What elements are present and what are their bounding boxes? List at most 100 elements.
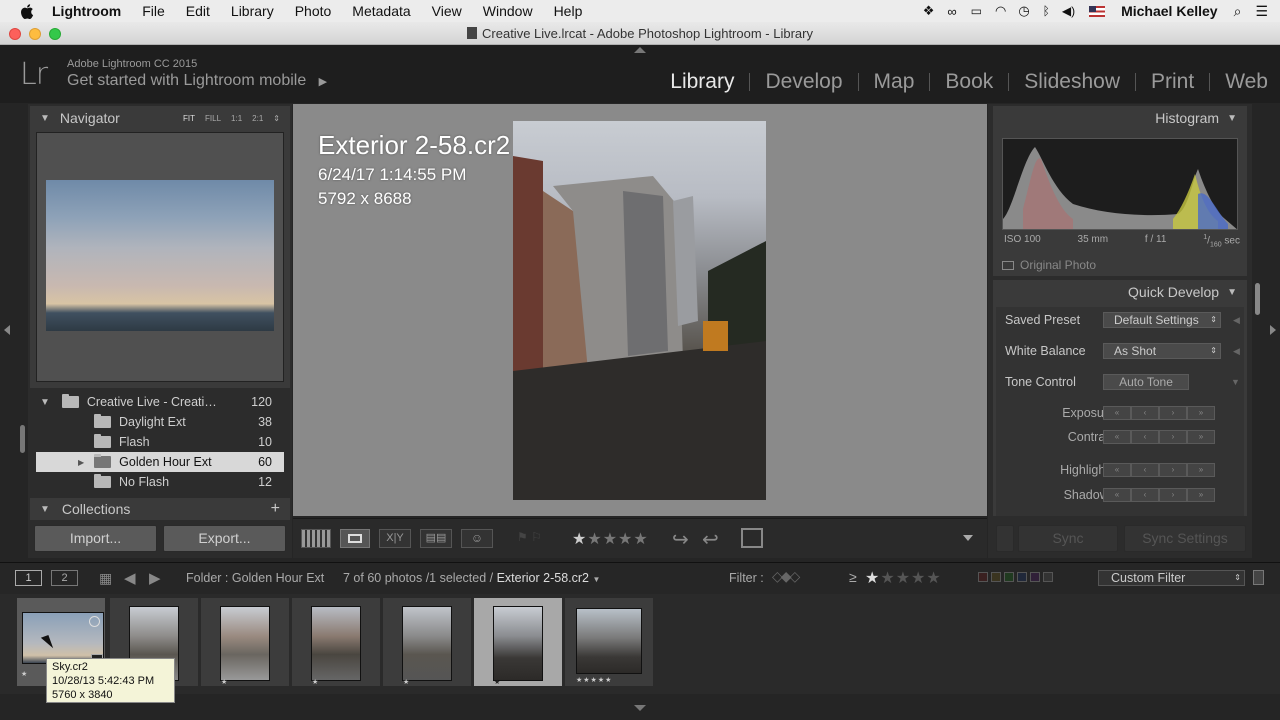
menu-metadata[interactable]: Metadata [352, 3, 410, 19]
time-machine-icon[interactable]: ◷ [1018, 3, 1029, 19]
exposure-steppers[interactable]: «‹ ›» [1103, 406, 1215, 420]
add-collection-icon[interactable]: + [271, 500, 280, 518]
zoom-fill[interactable]: FILL [205, 114, 221, 123]
rotate-left-icon[interactable]: ↪ [672, 527, 689, 552]
flag-filter-icons[interactable]: ◇◆◇ [772, 568, 800, 585]
minimize-window-button[interactable] [29, 28, 41, 40]
white-balance-dropdown[interactable]: As Shot ⇕ [1103, 343, 1221, 359]
secondary-window-button[interactable]: 2 [51, 570, 78, 586]
menu-library[interactable]: Library [231, 3, 274, 19]
menu-help[interactable]: Help [554, 3, 583, 19]
disclosure-arrow-icon[interactable]: ◀ [1233, 315, 1240, 326]
flag-pick-icon[interactable]: ⚑ ⚐ [517, 530, 542, 544]
filmstrip-thumb[interactable]: ★ [201, 598, 289, 686]
select-circle-icon[interactable] [89, 616, 100, 627]
auto-tone-button[interactable]: Auto Tone [1103, 374, 1189, 390]
module-slideshow[interactable]: Slideshow [1009, 70, 1135, 94]
filmstrip-thumb[interactable]: ★ [292, 598, 380, 686]
export-button[interactable]: Export... [163, 525, 286, 552]
left-panel-scrollbar[interactable] [20, 425, 25, 453]
dropbox-icon[interactable]: ❖ [923, 3, 935, 19]
module-map[interactable]: Map [859, 70, 930, 94]
notification-center-icon[interactable]: ☰ [1255, 3, 1268, 20]
zoom-fit[interactable]: FIT [183, 114, 195, 123]
right-panel-scrollbar[interactable] [1255, 283, 1260, 315]
navigator-header[interactable]: ▼ Navigator FIT FILL 1:1 2:1 ⇕ [30, 106, 290, 130]
left-panel-toggle-icon[interactable] [4, 325, 10, 335]
folder-root[interactable]: ▼ Creative Live - Creati… 120 [34, 392, 286, 412]
module-book[interactable]: Book [930, 70, 1008, 94]
volume-icon[interactable]: ◀) [1062, 4, 1075, 18]
filmstrip-thumb-selected[interactable]: ★ [474, 598, 562, 686]
menu-file[interactable]: File [142, 3, 165, 19]
loupe-view-icon[interactable] [340, 529, 370, 548]
source-label[interactable]: Folder : Golden Hour Ext [186, 571, 324, 585]
grid-view-icon[interactable] [301, 529, 331, 548]
module-print[interactable]: Print [1136, 70, 1209, 94]
menu-photo[interactable]: Photo [295, 3, 332, 19]
flag-icon[interactable] [1089, 5, 1106, 17]
collections-header[interactable]: ▼ Collections + [30, 498, 290, 520]
toolbar-options-chevron-icon[interactable] [963, 535, 973, 541]
highlights-steppers[interactable]: «‹ ›» [1103, 463, 1215, 477]
module-develop[interactable]: Develop [750, 70, 857, 94]
quick-develop-header[interactable]: Quick Develop ▼ [993, 280, 1247, 304]
star-rating[interactable]: ★★★★★ [572, 529, 649, 549]
right-panel-toggle-icon[interactable] [1270, 325, 1276, 335]
primary-window-button[interactable]: 1 [15, 570, 42, 586]
rating-filter-stars[interactable]: ★★★★★ [865, 568, 942, 588]
mobile-cta-link[interactable]: Get started with Lightroom mobile ▶ [67, 72, 327, 90]
filter-lock-icon[interactable] [1253, 570, 1264, 585]
grid-view-icon[interactable]: ▦ [99, 570, 112, 587]
survey-view-icon[interactable]: ▤▤ [420, 529, 452, 548]
folder-no-flash[interactable]: No Flash 12 [34, 472, 286, 492]
histogram-graph[interactable] [1002, 138, 1238, 230]
forward-arrow-icon[interactable]: ▶ [149, 569, 161, 587]
sync-button[interactable]: Sync [1018, 525, 1118, 552]
user-name[interactable]: Michael Kelley [1121, 3, 1218, 19]
menu-window[interactable]: Window [483, 3, 533, 19]
creative-cloud-icon[interactable]: ∞ [947, 4, 956, 19]
people-view-icon[interactable]: ☺ [461, 529, 493, 548]
rotate-right-icon[interactable]: ↩ [702, 527, 719, 552]
loupe-photo[interactable] [513, 121, 766, 500]
collapse-top-panel-icon[interactable] [634, 47, 646, 53]
bluetooth-icon[interactable]: ᛒ [1043, 4, 1050, 18]
zoom-window-button[interactable] [49, 28, 61, 40]
contrast-steppers[interactable]: «‹ ›» [1103, 430, 1215, 444]
airplay-icon[interactable]: ▭ [971, 4, 982, 18]
spotlight-search-icon[interactable]: ⌕ [1234, 3, 1242, 20]
zoom-stepper-icon[interactable]: ⇕ [273, 114, 280, 123]
import-button[interactable]: Import... [34, 525, 157, 552]
folder-flash[interactable]: Flash 10 [34, 432, 286, 452]
histogram-header[interactable]: Histogram ▼ [993, 106, 1247, 130]
shadows-steppers[interactable]: «‹ ›» [1103, 488, 1215, 502]
folder-daylight-ext[interactable]: Daylight Ext 38 [34, 412, 286, 432]
apple-menu-icon[interactable] [20, 3, 34, 19]
expand-triangle-icon[interactable]: ▼ [40, 397, 50, 408]
navigator-preview-image[interactable] [46, 180, 274, 331]
collapse-filmstrip-icon[interactable] [634, 705, 646, 711]
auto-sync-toggle[interactable] [996, 525, 1014, 552]
sync-settings-button[interactable]: Sync Settings [1124, 525, 1246, 552]
custom-filter-dropdown[interactable]: Custom Filter ⇕ [1098, 570, 1245, 586]
color-label-filter[interactable] [978, 572, 1053, 582]
saved-preset-dropdown[interactable]: Default Settings ⇕ [1103, 312, 1221, 328]
filmstrip-thumb[interactable]: ★ [383, 598, 471, 686]
crop-overlay-icon[interactable] [741, 528, 763, 548]
zoom-1to1[interactable]: 1:1 [231, 114, 242, 123]
menu-edit[interactable]: Edit [186, 3, 210, 19]
close-window-button[interactable] [9, 28, 21, 40]
disclosure-arrow-icon[interactable]: ◀ [1233, 346, 1240, 357]
menu-app-name[interactable]: Lightroom [52, 3, 121, 19]
filmstrip-thumb[interactable]: ★★★★★ [565, 598, 653, 686]
disclosure-arrow-icon[interactable]: ▼ [1231, 377, 1240, 387]
back-arrow-icon[interactable]: ◀ [124, 569, 136, 587]
original-photo-toggle[interactable]: Original Photo [1002, 258, 1096, 272]
menu-view[interactable]: View [432, 3, 462, 19]
wifi-icon[interactable]: ◠ [995, 3, 1006, 19]
photo-count-label[interactable]: 7 of 60 photos /1 selected / Exterior 2-… [343, 571, 600, 585]
module-web[interactable]: Web [1210, 70, 1268, 94]
compare-view-icon[interactable]: X|Y [379, 529, 411, 548]
expand-triangle-icon[interactable]: ▶ [78, 458, 84, 467]
